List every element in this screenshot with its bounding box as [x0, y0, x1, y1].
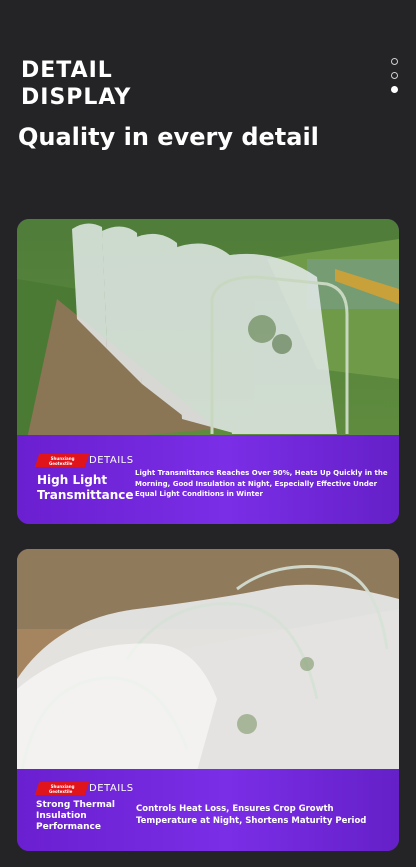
feature-card-light-transmittance: Shunxiang Geotextile DETAILS High Light …: [17, 219, 399, 524]
row-cover-photo: [17, 549, 399, 771]
brand-badge-line1: Shunxiang: [50, 783, 75, 789]
feature-title: Strong Thermal Insulation Performance: [36, 800, 116, 832]
tunnel-greenhouse-photo: [17, 219, 399, 439]
brand-badge-line2: Geotextile: [49, 788, 73, 794]
pagination-dot-active[interactable]: [391, 86, 398, 93]
brand-badge-line1: Shunxiang: [50, 455, 75, 461]
feature-description: Controls Heat Loss, Ensures Crop Growth …: [136, 804, 367, 826]
details-label: DETAILS: [89, 455, 134, 466]
feature-band: Shunxiang Geotextile DETAILS High Light …: [17, 435, 399, 524]
feature-card-thermal-insulation: Shunxiang Geotextile DETAILS Strong Ther…: [17, 549, 399, 851]
pagination-dots: [391, 58, 399, 100]
feature-band: Shunxiang Geotextile DETAILS Strong Ther…: [17, 769, 399, 851]
tagline: Quality in every detail: [18, 123, 319, 151]
pagination-dot[interactable]: [391, 72, 398, 79]
brand-badge: Shunxiang Geotextile: [34, 782, 90, 795]
details-label: DETAILS: [89, 783, 134, 794]
feature-description: Light Transmittance Reaches Over 90%, He…: [135, 469, 388, 498]
pagination-dot[interactable]: [391, 58, 398, 65]
brand-badge: Shunxiang Geotextile: [34, 454, 90, 467]
brand-badge-line2: Geotextile: [49, 460, 73, 466]
page-title: DETAIL DISPLAY: [21, 58, 132, 110]
feature-title: High Light Transmittance: [37, 473, 134, 502]
